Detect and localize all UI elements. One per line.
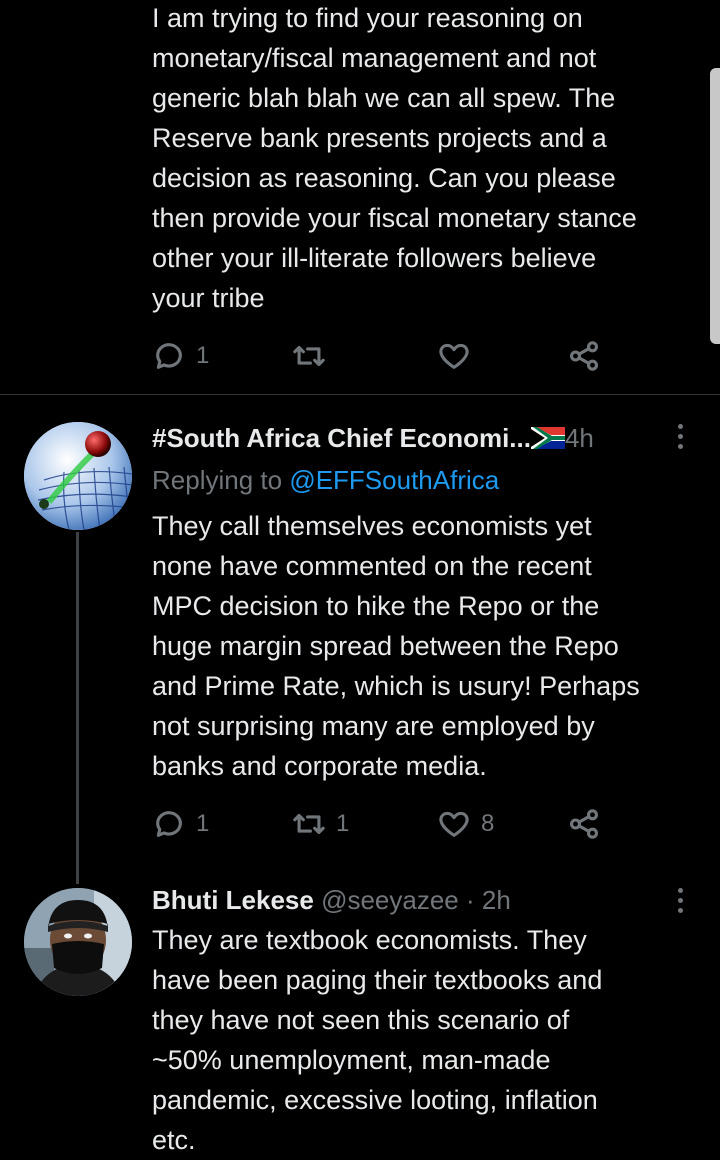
replying-handle-link[interactable]: @EFFSouthAfrica xyxy=(289,465,499,495)
handle[interactable]: @seeyazee xyxy=(321,885,459,915)
more-options-button[interactable] xyxy=(670,888,690,913)
share-icon xyxy=(569,809,599,839)
scrollbar[interactable] xyxy=(710,68,720,344)
tweet-1-actions: 1 xyxy=(152,336,601,376)
retweet-button[interactable] xyxy=(292,336,437,376)
share-icon xyxy=(569,341,599,371)
tweet-1: I am trying to find your reasoning on mo… xyxy=(152,0,712,318)
replying-to: Replying to @EFFSouthAfrica xyxy=(152,462,499,498)
reply-icon xyxy=(156,343,182,369)
tweet-3-header: Bhuti Lekese @seeyazee · 2h xyxy=(152,882,511,918)
tweet-3: They are textbook economists. They have … xyxy=(152,920,712,1160)
tweet-2-text: They call themselves economists yet none… xyxy=(152,511,640,781)
replying-label: Replying to xyxy=(152,465,283,495)
globe-ball-icon xyxy=(24,422,132,530)
more-options-button[interactable] xyxy=(670,424,690,449)
reply-button[interactable]: 1 xyxy=(152,804,292,844)
like-count: 8 xyxy=(481,810,495,837)
like-button[interactable] xyxy=(437,336,567,376)
thread-line xyxy=(76,532,79,884)
tweet-time[interactable]: 4h xyxy=(565,423,594,453)
tweet-2-header: #South Africa Chief Economi... 4h xyxy=(152,420,594,456)
heart-icon xyxy=(439,343,469,369)
south-africa-flag-icon xyxy=(530,427,565,449)
tweet-2-actions: 1 1 8 xyxy=(152,804,601,844)
reply-icon xyxy=(156,811,182,837)
avatar-south-africa-chief-economist[interactable] xyxy=(24,422,132,530)
reply-button[interactable]: 1 xyxy=(152,336,292,376)
separator: · xyxy=(466,885,475,915)
display-name[interactable]: Bhuti Lekese xyxy=(152,885,314,915)
tweet-3-text: They are textbook economists. They have … xyxy=(152,925,603,1155)
person-photo-icon xyxy=(24,888,132,996)
retweet-icon xyxy=(293,345,325,367)
reply-count: 1 xyxy=(196,810,210,837)
share-button[interactable] xyxy=(567,804,601,844)
display-name[interactable]: #South Africa Chief Economi... xyxy=(152,423,531,453)
retweet-icon xyxy=(293,813,325,835)
divider xyxy=(0,394,720,395)
tweet-2: They call themselves economists yet none… xyxy=(152,506,712,786)
tweet-time[interactable]: 2h xyxy=(482,885,511,915)
retweet-count: 1 xyxy=(336,810,350,837)
like-button[interactable]: 8 xyxy=(437,804,567,844)
retweet-button[interactable]: 1 xyxy=(292,804,437,844)
heart-icon xyxy=(439,811,469,837)
avatar-bhuti-lekese[interactable] xyxy=(24,888,132,996)
tweet-1-text: I am trying to find your reasoning on mo… xyxy=(152,3,637,313)
share-button[interactable] xyxy=(567,336,601,376)
reply-count: 1 xyxy=(196,342,210,369)
